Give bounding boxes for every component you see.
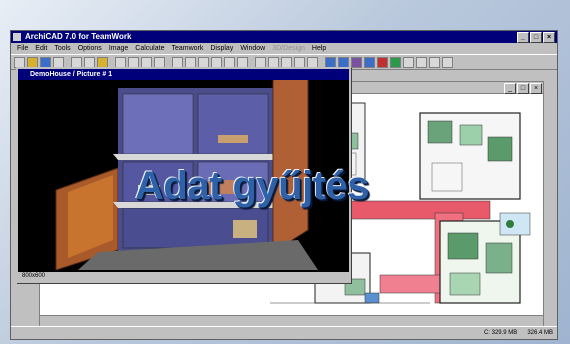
menu-image[interactable]: Image (109, 43, 128, 54)
menu-display[interactable]: Display (210, 43, 233, 54)
menu-3d-design[interactable]: 3D/Design (272, 43, 305, 54)
elevation-icon[interactable] (416, 56, 427, 68)
3d-window-icon[interactable] (429, 56, 440, 68)
open-folder-icon[interactable] (27, 56, 38, 68)
close-button[interactable]: × (543, 32, 555, 43)
teamwork-icon[interactable] (97, 56, 108, 68)
menu-window[interactable]: Window (240, 43, 265, 54)
window-tool-icon[interactable] (325, 56, 336, 68)
minimize-button[interactable]: _ (517, 32, 529, 43)
rotate-icon[interactable] (224, 56, 235, 68)
maximize-button[interactable]: □ (530, 32, 542, 43)
grid-icon[interactable] (154, 56, 165, 68)
door-tool-icon[interactable] (338, 56, 349, 68)
app-title: ArchiCAD 7.0 for TeamWork (25, 32, 132, 41)
plan-view-icon[interactable] (390, 56, 401, 68)
object-tool-icon[interactable] (351, 56, 362, 68)
plan-horizontal-scrollbar[interactable] (40, 315, 543, 326)
wall-tool-icon[interactable] (255, 56, 266, 68)
slide-headline: Adat gyűjtés (135, 164, 370, 208)
memory-usage: 326.4 MB (527, 330, 553, 336)
menu-teamwork[interactable]: Teamwork (171, 43, 203, 54)
archicad-app-icon (13, 33, 21, 41)
menu-calculate[interactable]: Calculate (135, 43, 164, 54)
new-file-icon[interactable] (14, 56, 25, 68)
undo-icon[interactable] (71, 56, 82, 68)
redo-icon[interactable] (84, 56, 95, 68)
picture-title: DemoHouse / Picture # 1 (30, 71, 113, 78)
pan-icon[interactable] (211, 56, 222, 68)
print-icon[interactable] (53, 56, 64, 68)
app-status-bar: C: 329.9 MB 326.4 MB (11, 326, 557, 339)
column-tool-icon[interactable] (268, 56, 279, 68)
beam-tool-icon[interactable] (281, 56, 292, 68)
menu-options[interactable]: Options (78, 43, 102, 54)
picture-status-bar: 800x600 (18, 272, 349, 281)
select-icon[interactable] (237, 56, 248, 68)
menu-file[interactable]: File (17, 43, 28, 54)
menu-tools[interactable]: Tools (54, 43, 70, 54)
menu-edit[interactable]: Edit (35, 43, 47, 54)
zoom-out-icon[interactable] (185, 56, 196, 68)
menu-help[interactable]: Help (312, 43, 326, 54)
app-titlebar[interactable]: ArchiCAD 7.0 for TeamWork _ □ × (11, 31, 557, 43)
zoom-in-icon[interactable] (172, 56, 183, 68)
paste-icon[interactable] (141, 56, 152, 68)
disk-space: C: 329.9 MB (483, 330, 518, 336)
layout-icon[interactable] (442, 56, 453, 68)
slab-tool-icon[interactable] (294, 56, 305, 68)
lamp-tool-icon[interactable] (364, 56, 375, 68)
picture-resolution: 800x600 (22, 273, 46, 279)
copy-icon[interactable] (128, 56, 139, 68)
menubar: File Edit Tools Options Image Calculate … (11, 43, 557, 54)
save-icon[interactable] (40, 56, 51, 68)
cut-icon[interactable] (115, 56, 126, 68)
fit-window-icon[interactable] (198, 56, 209, 68)
section-icon[interactable] (403, 56, 414, 68)
render-icon[interactable] (377, 56, 388, 68)
picture-titlebar[interactable]: DemoHouse / Picture # 1 (18, 69, 349, 80)
roof-tool-icon[interactable] (307, 56, 318, 68)
